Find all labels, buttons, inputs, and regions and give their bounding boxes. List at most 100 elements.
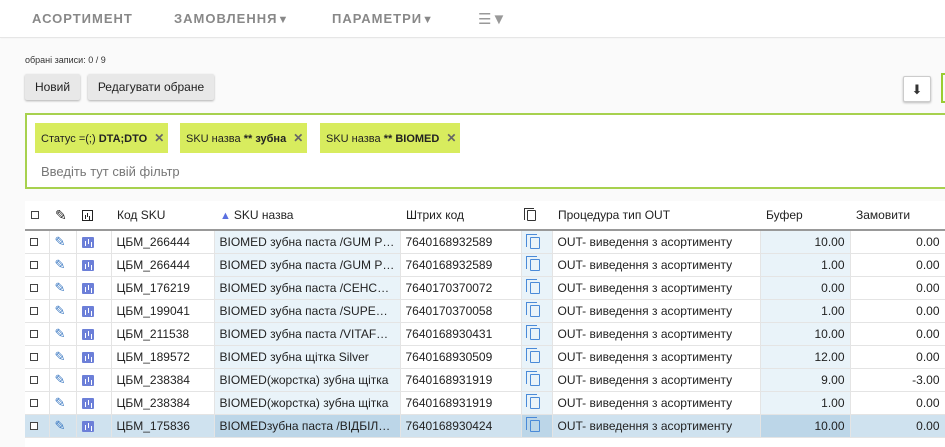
row-checkbox[interactable]: [30, 375, 38, 384]
cell-copy[interactable]: [521, 253, 553, 277]
row-stats-cell[interactable]: [76, 253, 112, 277]
row-stats-cell[interactable]: [76, 299, 112, 323]
copy-icon[interactable]: [525, 256, 540, 272]
offscreen-button-edge[interactable]: [941, 73, 945, 103]
row-checkbox[interactable]: [30, 352, 38, 361]
nav-orders[interactable]: ЗАМОВЛЕННЯ▼: [174, 11, 289, 26]
pencil-icon[interactable]: ✎: [55, 326, 66, 341]
copy-icon[interactable]: [525, 325, 540, 341]
row-select-cell[interactable]: [25, 230, 50, 254]
table-row[interactable]: ✎ ЦБМ_266444BIOMED зубна паста /GUM PROTE…: [25, 230, 945, 254]
select-all-checkbox[interactable]: [31, 211, 39, 219]
row-checkbox[interactable]: [30, 421, 38, 430]
row-edit-cell[interactable]: ✎: [49, 299, 77, 323]
cell-copy[interactable]: [521, 230, 553, 254]
pencil-icon[interactable]: ✎: [55, 372, 66, 387]
row-select-cell[interactable]: [25, 345, 50, 369]
row-edit-cell[interactable]: ✎: [49, 276, 77, 300]
row-checkbox[interactable]: [30, 283, 38, 292]
bar-chart-icon[interactable]: [81, 259, 94, 271]
close-icon[interactable]: ✕: [446, 131, 456, 145]
pencil-icon[interactable]: ✎: [55, 395, 66, 410]
cell-copy[interactable]: [521, 299, 553, 323]
cell-copy[interactable]: [521, 322, 553, 346]
row-select-cell[interactable]: [25, 322, 50, 346]
row-edit-cell[interactable]: ✎: [49, 391, 77, 415]
pencil-icon[interactable]: ✎: [55, 280, 66, 295]
row-select-cell[interactable]: [25, 368, 50, 392]
table-row[interactable]: ✎ ЦБМ_199041BIOMED зубна паста /SUPERWHIT…: [25, 299, 945, 323]
cell-copy[interactable]: [521, 276, 553, 300]
nav-assortment[interactable]: АСОРТИМЕНТ: [32, 11, 133, 26]
row-edit-cell[interactable]: ✎: [49, 368, 77, 392]
row-edit-cell[interactable]: ✎: [49, 322, 77, 346]
row-stats-cell[interactable]: [76, 368, 112, 392]
column-header-barcode[interactable]: Штрих код: [400, 201, 521, 231]
bar-chart-icon[interactable]: [81, 397, 94, 409]
filter-chip-sku-name-biomed[interactable]: SKU назва ** BIOMED ✕: [320, 123, 461, 153]
cell-copy[interactable]: [521, 414, 553, 438]
edit-selected-button[interactable]: Редагувати обране: [88, 74, 214, 100]
row-stats-cell[interactable]: [76, 322, 112, 346]
copy-icon[interactable]: [525, 302, 540, 318]
row-edit-cell[interactable]: ✎: [49, 230, 77, 254]
copy-icon[interactable]: [525, 417, 540, 433]
bar-chart-icon[interactable]: [81, 420, 94, 432]
pencil-icon[interactable]: ✎: [55, 349, 66, 364]
row-checkbox[interactable]: [30, 237, 38, 246]
row-stats-cell[interactable]: [76, 391, 112, 415]
new-button[interactable]: Новий: [25, 74, 80, 100]
close-icon[interactable]: ✕: [154, 131, 164, 145]
filter-chip-status[interactable]: Статус =(;) DTA;DTO ✕: [35, 123, 169, 153]
row-checkbox[interactable]: [30, 260, 38, 269]
select-all-column[interactable]: [25, 201, 49, 231]
cell-copy[interactable]: [521, 345, 553, 369]
bar-chart-icon[interactable]: [81, 305, 94, 317]
close-icon[interactable]: ✕: [293, 131, 303, 145]
nav-parameters[interactable]: ПАРАМЕТРИ▼: [332, 11, 434, 26]
table-row[interactable]: ✎ ЦБМ_211538 BIOMED зубна паста /VITAFRESH…: [25, 322, 945, 346]
row-edit-cell[interactable]: ✎: [49, 253, 77, 277]
row-select-cell[interactable]: [25, 391, 50, 415]
table-row[interactable]: ✎ ЦБМ_175836BIOMEDзубна паста /ВІДБІЛЮВАН…: [25, 414, 945, 438]
column-header-sku-name[interactable]: ▲ SKU назва: [214, 201, 400, 231]
table-row[interactable]: ✎ ЦБМ_266444BIOMED зубна паста /GUM PROTE…: [25, 253, 945, 277]
filter-chip-sku-name[interactable]: SKU назва ** зубна ✕: [180, 123, 308, 153]
copy-icon[interactable]: [525, 394, 540, 410]
copy-icon[interactable]: [525, 233, 540, 249]
row-edit-cell[interactable]: ✎: [49, 345, 77, 369]
pencil-icon[interactable]: ✎: [55, 234, 66, 249]
row-stats-cell[interactable]: [76, 345, 112, 369]
row-select-cell[interactable]: [25, 276, 50, 300]
column-header-buffer[interactable]: Буфер: [760, 201, 850, 231]
row-select-cell[interactable]: [25, 299, 50, 323]
copy-icon[interactable]: [525, 348, 540, 364]
column-header-sku-code[interactable]: Код SKU: [111, 201, 214, 231]
copy-icon[interactable]: [525, 371, 540, 387]
column-header-procedure[interactable]: Процедура тип OUT: [552, 201, 760, 231]
table-row[interactable]: ✎ ЦБМ_238384 BIOMED(жорстка) зубна щітка 76…: [25, 368, 945, 392]
pencil-icon[interactable]: ✎: [55, 303, 66, 318]
cell-copy[interactable]: [521, 368, 553, 392]
row-select-cell[interactable]: [25, 414, 50, 438]
pencil-icon[interactable]: ✎: [55, 257, 66, 272]
bar-chart-icon[interactable]: [81, 282, 94, 294]
row-edit-cell[interactable]: ✎: [49, 414, 77, 438]
row-checkbox[interactable]: [30, 329, 38, 338]
bar-chart-icon[interactable]: [81, 351, 94, 363]
copy-icon[interactable]: [525, 279, 540, 295]
row-checkbox[interactable]: [30, 306, 38, 315]
column-header-order[interactable]: Замовити: [850, 201, 945, 231]
table-row[interactable]: ✎ ЦБМ_238384 BIOMED(жорстка) зубна щітка 76…: [25, 391, 945, 415]
table-row[interactable]: ✎ ЦБМ_189572 BIOMED зубна щітка Silver 7640…: [25, 345, 945, 369]
filter-input[interactable]: [41, 161, 901, 181]
row-stats-cell[interactable]: [76, 414, 112, 438]
row-select-cell[interactable]: [25, 253, 50, 277]
bar-chart-icon[interactable]: [81, 374, 94, 386]
pencil-icon[interactable]: ✎: [55, 418, 66, 433]
cell-copy[interactable]: [521, 391, 553, 415]
row-stats-cell[interactable]: [76, 276, 112, 300]
hamburger-menu-icon[interactable]: ☰▼: [478, 10, 506, 28]
row-checkbox[interactable]: [30, 398, 38, 407]
row-stats-cell[interactable]: [76, 230, 112, 254]
